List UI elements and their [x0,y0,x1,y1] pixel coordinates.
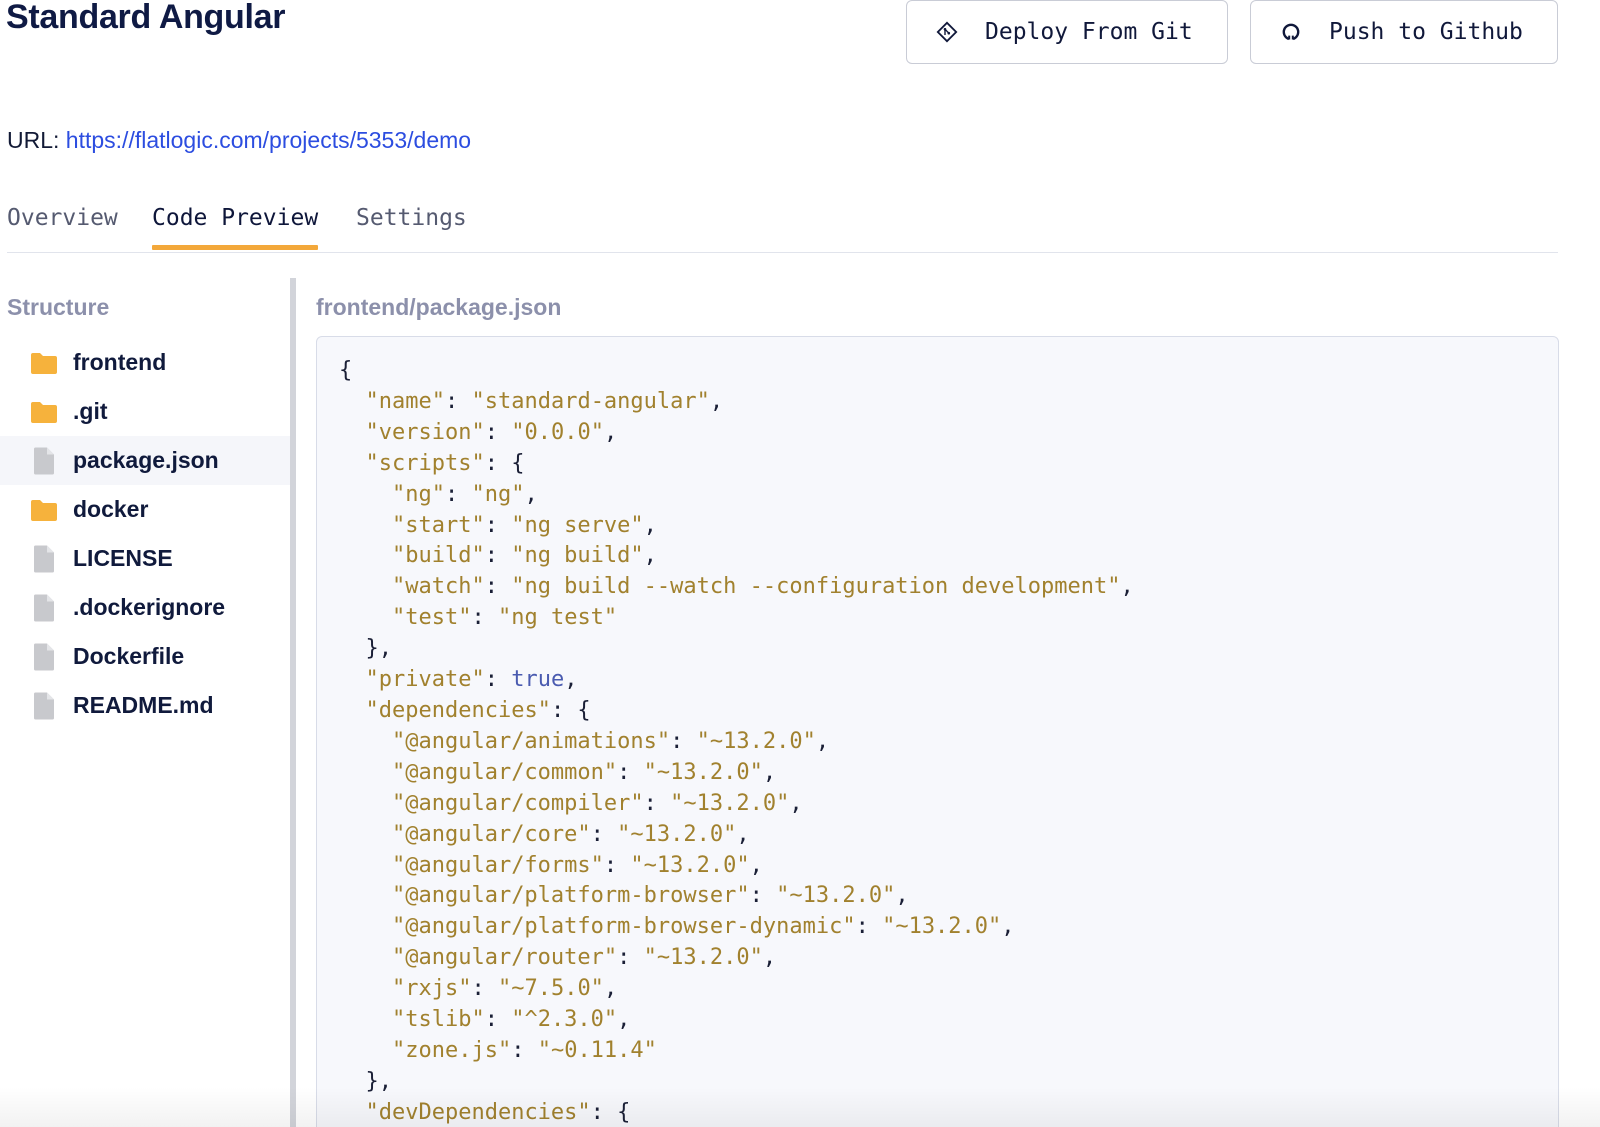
code-line: "ng": "ng", [391,481,538,507]
tree-item-label: docker [73,496,149,522]
tree-item-folder[interactable]: .git [0,387,290,436]
code-line: "@angular/animations": "~13.2.0", [391,728,830,754]
code-line: "@angular/core": "~13.2.0", [391,821,750,847]
tree-item-label: .git [73,398,108,424]
tree-item-folder[interactable]: docker [0,485,290,534]
code-line: "@angular/compiler": "~13.2.0", [391,790,803,816]
tab-code-preview[interactable]: Code Preview [152,205,319,250]
code-viewer[interactable]: { "name": "standard-angular", "version":… [316,336,1559,1127]
code-line: "start": "ng serve", [391,512,657,538]
code-line: "test": "ng test" [391,605,618,631]
tree-item-label: Dockerfile [73,643,185,669]
folder-icon [30,349,58,377]
folder-icon [30,496,58,524]
sidebar-resize-handle[interactable] [290,278,296,1127]
url-label: URL: [7,127,60,153]
project-url-link[interactable]: https://flatlogic.com/projects/5353/demo [66,127,471,153]
code-line: "@angular/platform-browser": "~13.2.0", [391,883,909,909]
file-tree: frontend .git package.json docker LICENSE .do… [0,338,290,730]
code-line: "scripts": { [365,450,525,476]
git-diamond-icon [935,20,959,44]
tree-item-folder[interactable]: frontend [0,338,290,387]
file-icon [30,447,58,475]
tab-settings[interactable]: Settings [356,205,467,231]
tree-item-label: README.md [73,692,214,718]
code-line: "zone.js": "~0.11.4" [391,1037,657,1063]
code-line: "name": "standard-angular", [365,388,724,414]
tab-overview[interactable]: Overview [7,205,118,231]
file-icon [30,545,58,573]
code-line: }, [339,636,392,662]
file-icon [30,594,58,622]
code-line: "dependencies": { [365,697,591,723]
header-actions: Deploy From Git Push to Github [906,0,1558,64]
code-line: "@angular/router": "~13.2.0", [391,945,777,971]
code-line: "@angular/common": "~13.2.0", [391,759,777,785]
tree-item-file[interactable]: .dockerignore [0,583,290,632]
code-line: "@angular/forms": "~13.2.0", [391,852,763,878]
page-title: Standard Angular [6,0,286,36]
deploy-from-git-button[interactable]: Deploy From Git [906,0,1228,64]
code-line: "devDependencies": { [365,1099,631,1125]
code-file-path: frontend/package.json [316,294,562,320]
code-line: "rxjs": "~7.5.0", [391,976,618,1002]
file-structure-sidebar: Structure frontend .git package.json docker… [0,278,290,1127]
tree-item-file[interactable]: Dockerfile [0,632,290,681]
folder-icon [30,398,58,426]
push-to-github-button[interactable]: Push to Github [1250,0,1558,64]
code-content: { "name": "standard-angular", "version":… [317,337,1558,1127]
code-line: }, [339,1068,392,1094]
file-icon [30,643,58,671]
code-line: "tslib": "^2.3.0", [391,1007,631,1033]
code-line: "@angular/platform-browser-dynamic": "~1… [391,914,1015,940]
code-line: "private": true, [365,667,578,693]
code-line: "watch": "ng build --watch --configurati… [391,574,1134,600]
code-line: "version": "0.0.0", [365,419,618,445]
structure-heading: Structure [7,294,110,320]
code-line: { [339,358,353,383]
tree-item-label: package.json [73,447,219,473]
file-icon [30,692,58,720]
tree-item-file[interactable]: README.md [0,681,290,730]
tree-item-label: frontend [73,349,167,375]
code-line: "build": "ng build", [391,543,657,569]
tree-item-label: LICENSE [73,545,173,571]
tree-item-file[interactable]: package.json [0,436,290,485]
deploy-from-git-label: Deploy From Git [985,19,1193,45]
tree-item-label: .dockerignore [73,594,226,620]
tree-item-file[interactable]: LICENSE [0,534,290,583]
push-to-github-label: Push to Github [1329,19,1523,45]
project-url: URL: https://flatlogic.com/projects/5353… [7,127,471,154]
github-icon [1279,20,1303,44]
tab-bar: Overview Code Preview Settings [7,200,1558,253]
